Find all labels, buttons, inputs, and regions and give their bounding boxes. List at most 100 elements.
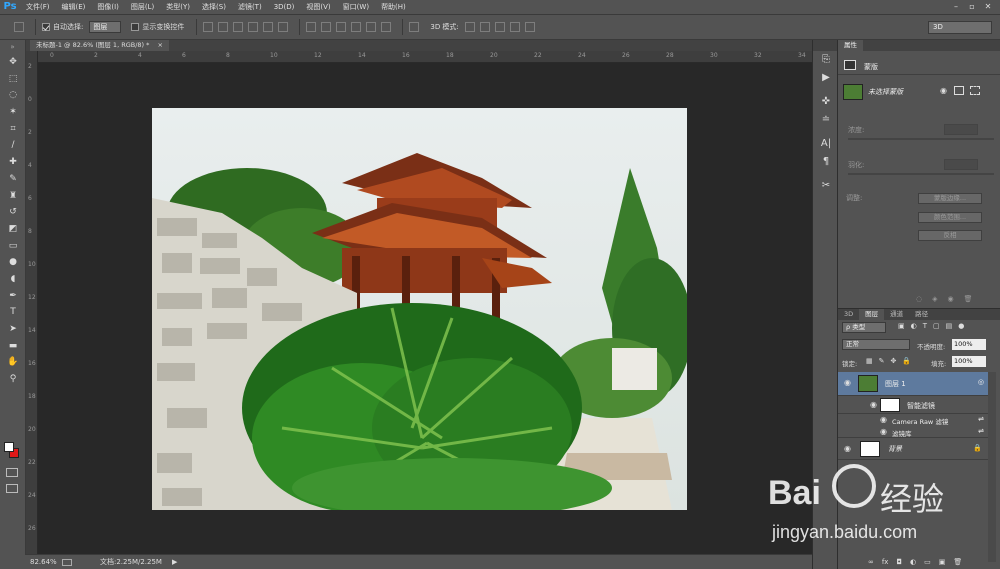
shape-tool-icon[interactable]: ▬ xyxy=(0,338,26,355)
visibility-eye-icon[interactable]: ◉ xyxy=(880,415,887,424)
delete-layer-icon[interactable]: 🗑 xyxy=(953,558,962,566)
type-tool-icon[interactable]: T xyxy=(0,304,26,321)
align-hcenter-icon[interactable] xyxy=(263,22,274,32)
align-left-icon[interactable] xyxy=(248,22,259,32)
dodge-tool-icon[interactable]: ◖ xyxy=(0,271,26,288)
path-select-icon[interactable]: ➤ xyxy=(0,321,26,338)
move-tool-preset-icon[interactable] xyxy=(14,22,24,32)
menu-item[interactable]: 图像(I) xyxy=(91,0,125,14)
rotate-3d-icon[interactable] xyxy=(464,22,475,32)
link-layers-icon[interactable]: ∞ xyxy=(868,558,874,566)
lock-position-icon[interactable]: ✥ xyxy=(891,357,897,365)
menu-item[interactable]: 帮助(H) xyxy=(375,0,412,14)
ruler-horizontal[interactable]: 0 2 4 6 8 10 12 14 16 18 20 22 24 26 28 30 32 34 xyxy=(38,51,812,63)
fill-field[interactable]: 100% xyxy=(952,356,986,367)
mask-edge-button[interactable]: 蒙版边缘... xyxy=(918,193,982,204)
align-bottom-icon[interactable] xyxy=(233,22,244,32)
opacity-field[interactable]: 100% xyxy=(952,339,986,350)
color-swatches[interactable] xyxy=(4,440,24,462)
healing-brush-icon[interactable]: ✚ xyxy=(0,154,26,171)
layer-row-smart-filters[interactable]: ◉ 智能滤镜 xyxy=(838,396,988,414)
layer-name[interactable]: 图层 1 xyxy=(885,379,906,389)
actions-panel-icon[interactable]: ▶ xyxy=(813,69,839,87)
magic-wand-icon[interactable]: ✶ xyxy=(0,104,26,121)
paragraph-panel-icon[interactable]: ¶ xyxy=(813,153,839,171)
drag-3d-icon[interactable] xyxy=(494,22,505,32)
filter-shape-icon[interactable]: ▢ xyxy=(933,322,940,330)
gradient-icon[interactable]: ▭ xyxy=(0,238,26,255)
pen-tool-icon[interactable]: ✒ xyxy=(0,288,26,305)
menu-item[interactable]: 滤镜(T) xyxy=(232,0,268,14)
distribute-top-icon[interactable] xyxy=(306,22,317,32)
share-icon[interactable] xyxy=(62,558,72,566)
load-selection-icon[interactable]: ◌ xyxy=(916,295,922,303)
align-right-icon[interactable] xyxy=(278,22,289,32)
tool-presets-icon[interactable]: ✂ xyxy=(813,177,839,195)
filter-options-icon[interactable]: ⇌ xyxy=(978,415,984,423)
move-tool-icon[interactable]: ✥ xyxy=(0,54,26,71)
filter-smart-icon[interactable]: ▤ xyxy=(946,322,953,330)
brush-panel-icon[interactable]: ✜ xyxy=(813,93,839,111)
close-button[interactable]: ✕ xyxy=(980,0,996,14)
blur-tool-icon[interactable]: ● xyxy=(0,254,26,271)
quick-mask-icon[interactable] xyxy=(6,468,18,477)
auto-align-icon[interactable] xyxy=(409,22,420,32)
menu-item[interactable]: 视图(V) xyxy=(300,0,336,14)
layer-row-filter-gallery[interactable]: ◉ 滤镜库 ⇌ xyxy=(838,426,988,438)
layer-row-layer1[interactable]: ◉ 图层 1 ◎ xyxy=(838,372,988,396)
filter-options-icon[interactable]: ⇌ xyxy=(978,427,984,435)
status-menu-arrow-icon[interactable]: ▶ xyxy=(172,558,177,566)
distribute-left-icon[interactable] xyxy=(351,22,362,32)
auto-select-dropdown[interactable]: 图层 xyxy=(89,21,122,33)
feather-field[interactable] xyxy=(944,159,978,170)
distribute-bottom-icon[interactable] xyxy=(336,22,347,32)
align-top-icon[interactable] xyxy=(203,22,214,32)
lock-image-icon[interactable]: ✎ xyxy=(879,357,885,365)
crop-tool-icon[interactable]: ⌗ xyxy=(0,121,26,138)
history-panel-icon[interactable]: ⎘ xyxy=(813,51,839,69)
document-image[interactable] xyxy=(152,108,687,510)
add-mask-icon[interactable]: ◘ xyxy=(896,558,902,566)
foreground-color-swatch[interactable] xyxy=(4,442,14,452)
menu-item[interactable]: 选择(S) xyxy=(196,0,232,14)
visibility-eye-icon[interactable]: ◉ xyxy=(844,378,851,387)
slide-3d-icon[interactable] xyxy=(509,22,520,32)
show-transform-checkbox[interactable] xyxy=(131,23,140,31)
visibility-eye-icon[interactable]: ◉ xyxy=(880,427,887,436)
layer-name[interactable]: 背景 xyxy=(888,444,902,454)
lock-transparent-icon[interactable]: ▦ xyxy=(866,357,873,365)
zoom-level[interactable]: 82.64% xyxy=(30,558,60,566)
hand-tool-icon[interactable]: ✋ xyxy=(0,354,26,371)
zoom-tool-icon[interactable]: ⚲ xyxy=(0,371,26,388)
add-pixel-mask-icon[interactable]: ◉ xyxy=(940,86,947,95)
workspace-dropdown[interactable]: 3D xyxy=(928,21,992,34)
lock-all-icon[interactable]: 🔒 xyxy=(902,357,911,365)
layer-style-icon[interactable]: fx xyxy=(882,558,889,566)
ruler-vertical[interactable]: 2 0 2 4 6 8 10 12 14 16 18 20 22 24 26 xyxy=(26,51,38,554)
filter-name[interactable]: 滤镜库 xyxy=(892,428,912,438)
menu-item[interactable]: 3D(D) xyxy=(268,0,301,14)
filter-toggle-icon[interactable]: ● xyxy=(958,322,964,330)
filter-name[interactable]: Camera Raw 滤镜 xyxy=(892,416,948,426)
visibility-eye-icon[interactable]: ◉ xyxy=(870,400,877,409)
clone-stamp-icon[interactable]: ♜ xyxy=(0,188,26,205)
clone-source-icon[interactable]: ≐ xyxy=(813,111,839,129)
auto-select-checkbox[interactable] xyxy=(42,23,50,31)
minimize-button[interactable]: – xyxy=(948,0,964,14)
add-vector-mask-icon[interactable] xyxy=(954,86,964,95)
tab-layers-2[interactable]: 通道 xyxy=(884,309,909,320)
tab-layers-1[interactable]: 图层 xyxy=(859,309,885,320)
document-tab[interactable]: 未标题-1 @ 82.6% (图层 1, RGB/8) * × xyxy=(30,40,169,51)
lasso-tool-icon[interactable]: ◌ xyxy=(0,87,26,104)
tab-close-icon[interactable]: × xyxy=(157,41,162,49)
eyedropper-icon[interactable]: ∕ xyxy=(0,137,26,154)
select-mask-icon[interactable] xyxy=(970,86,980,95)
tab-layers-0[interactable]: 3D xyxy=(838,309,859,320)
history-brush-icon[interactable]: ↺ xyxy=(0,204,26,221)
tab-layers-3[interactable]: 路径 xyxy=(909,309,934,320)
roll-3d-icon[interactable] xyxy=(479,22,490,32)
scale-3d-icon[interactable] xyxy=(524,22,535,32)
density-field[interactable] xyxy=(944,124,978,135)
layer-name[interactable]: 智能滤镜 xyxy=(907,401,935,411)
marquee-tool-icon[interactable]: ⬚ xyxy=(0,71,26,88)
